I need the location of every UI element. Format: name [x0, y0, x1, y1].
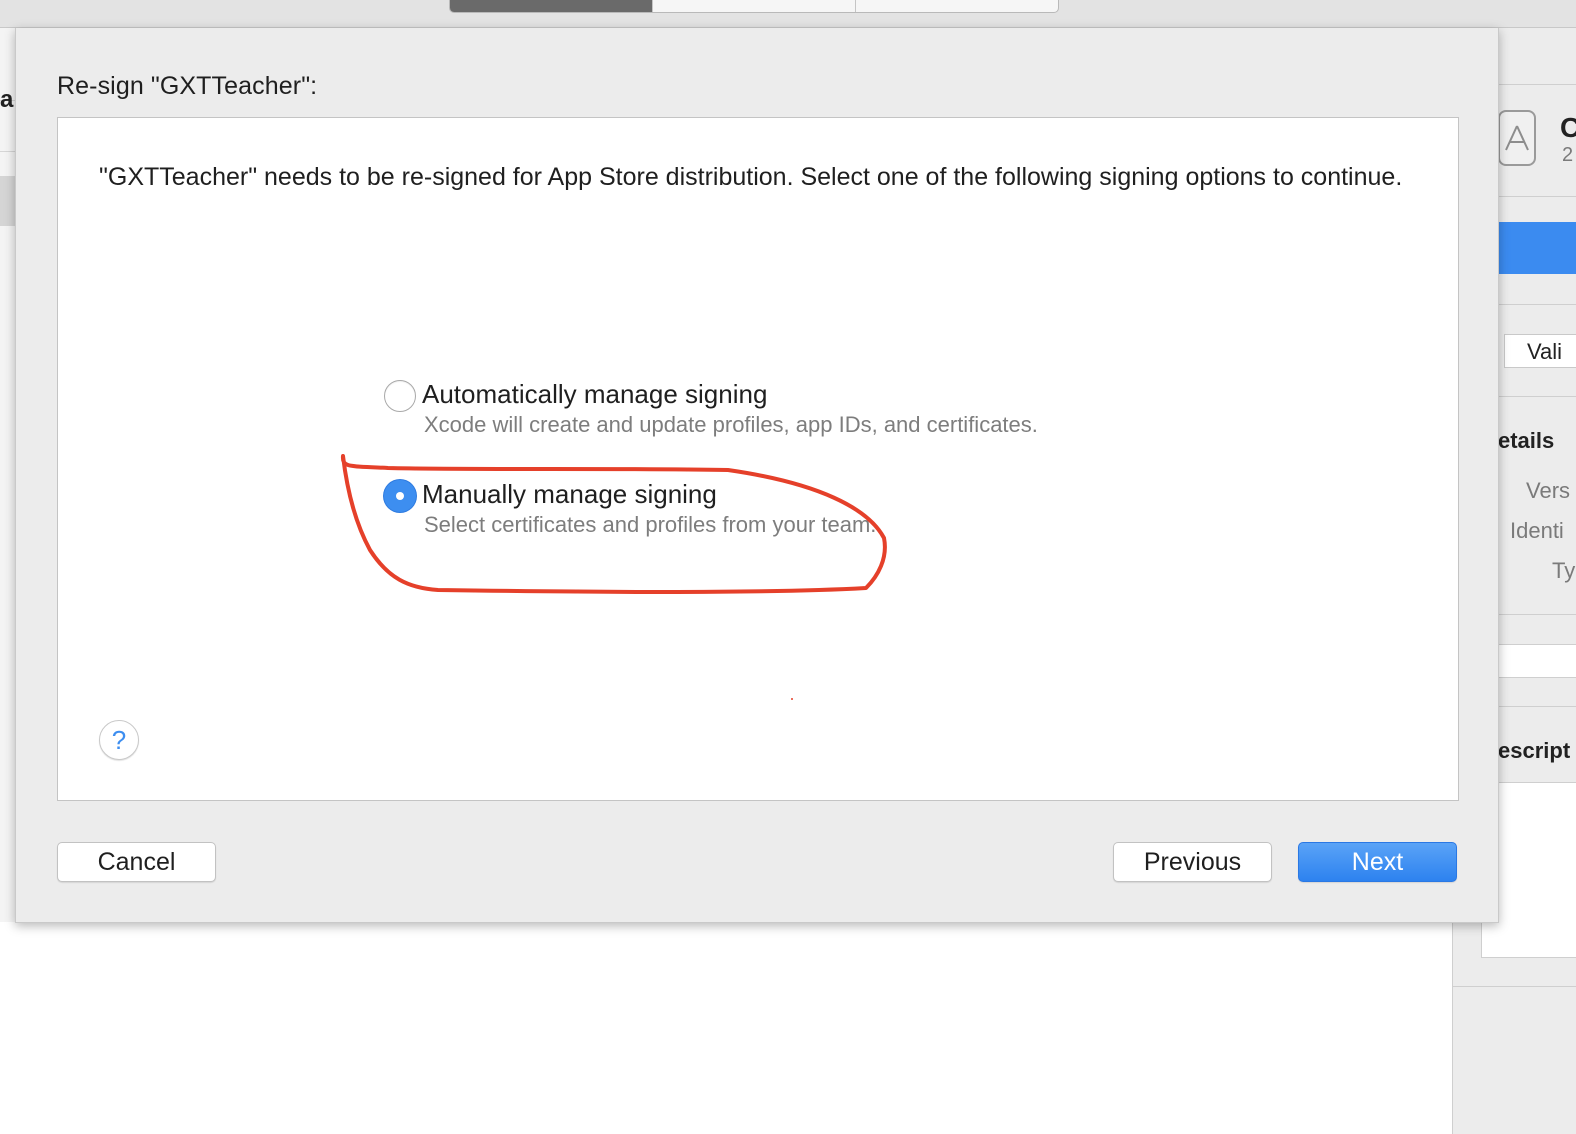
background-titlebar: [0, 0, 1576, 28]
resign-sheet: Re-sign "GXTTeacher": "GXTTeacher" needs…: [15, 28, 1499, 923]
divider: [1498, 706, 1576, 707]
option-subtitle: Select certificates and profiles from yo…: [424, 512, 877, 537]
background-primary-button: [1498, 222, 1576, 274]
app-name-fragment: C: [1560, 112, 1576, 143]
radio-manual-signing[interactable]: [384, 480, 416, 512]
version-label: Vers: [1526, 478, 1571, 503]
segment-2: [653, 0, 856, 12]
background-lower-right: [1452, 920, 1576, 1134]
sheet-title: Re-sign "GXTTeacher":: [57, 72, 318, 100]
description-box-bottom: [1481, 920, 1576, 958]
background-segmented-control: [449, 0, 1059, 13]
option-label[interactable]: Automatically manage signing: [422, 379, 767, 410]
identifier-label: Identi: [1510, 518, 1564, 543]
next-button[interactable]: Next: [1298, 842, 1457, 882]
validate-button: Vali: [1504, 334, 1576, 368]
background-content-area: [0, 922, 1452, 1134]
background-sidebar-selected-row: [0, 176, 15, 226]
segment-1: [450, 0, 653, 12]
cancel-button[interactable]: Cancel: [57, 842, 216, 882]
type-label: Ty: [1552, 558, 1576, 583]
description-text: "GXTTeacher" needs to be re-signed for A…: [99, 163, 1403, 191]
option-label[interactable]: Manually manage signing: [422, 479, 717, 510]
background-sidebar-label: ar: [0, 86, 15, 113]
radio-automatic-signing[interactable]: [384, 380, 416, 412]
divider: [1498, 84, 1576, 85]
annotation-dot: [791, 698, 793, 700]
red-annotation-loop: [340, 454, 887, 700]
background-field: [1498, 644, 1576, 678]
app-date-fragment: 2: [1562, 144, 1574, 166]
divider: [1498, 196, 1576, 197]
divider: [1498, 614, 1576, 615]
description-heading: escript: [1498, 738, 1571, 763]
segment-3: [856, 0, 1058, 12]
signing-options-panel: "GXTTeacher" needs to be re-signed for A…: [57, 117, 1459, 801]
app-store-glyph-icon: [1505, 125, 1529, 151]
divider: [1498, 396, 1576, 397]
help-button[interactable]: ?: [99, 720, 139, 760]
divider: [1498, 304, 1576, 305]
option-subtitle: Xcode will create and update profiles, a…: [424, 412, 1038, 437]
app-icon: [1498, 110, 1536, 166]
details-heading: etails: [1498, 428, 1555, 453]
divider: [1453, 986, 1576, 987]
previous-button[interactable]: Previous: [1113, 842, 1272, 882]
